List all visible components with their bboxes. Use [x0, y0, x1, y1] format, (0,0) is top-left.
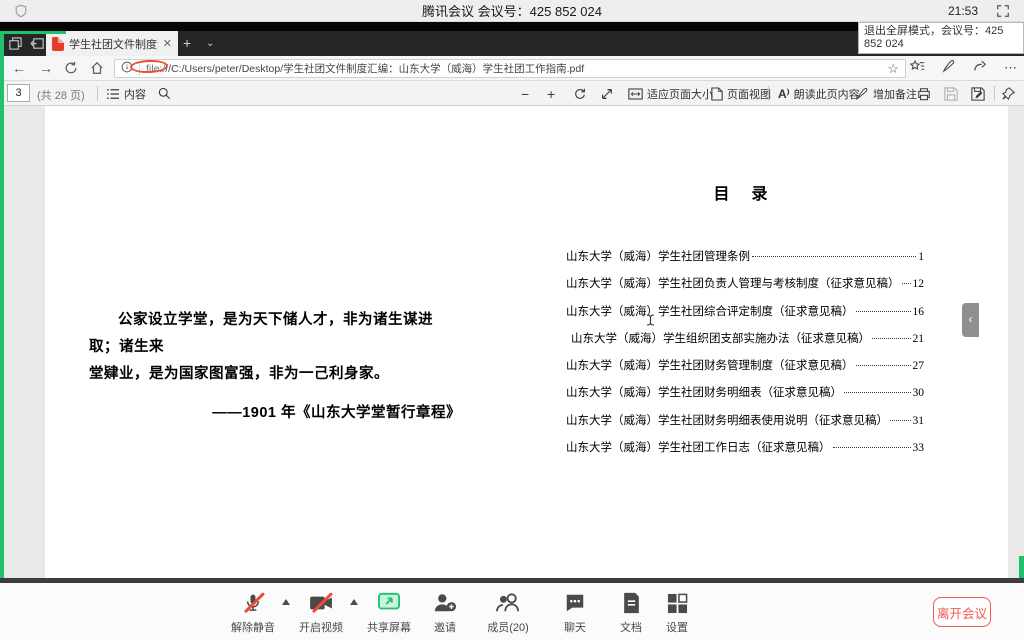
quote-line: 公家设立学堂，是为天下储人才，非为诸生谋进取；诸生来	[89, 307, 461, 361]
divider	[768, 86, 769, 101]
exit-fullscreen-tooltip: 退出全屏模式，会议号：425 852 024	[858, 22, 1024, 54]
zoom-out-button[interactable]: −	[521, 81, 529, 106]
page-view-button[interactable]: 页面视图	[711, 81, 771, 106]
fit-page-button[interactable]: 适应页面大小	[628, 81, 713, 106]
members-icon	[476, 591, 540, 615]
divider	[994, 86, 995, 101]
pdf-toolbar: 3 (共 28 页) 内容 − + 适应页面大小 页面视图 A⁾ 朗读此页内容 …	[0, 81, 1024, 106]
forward-icon[interactable]: →	[39, 60, 53, 76]
read-aloud-button[interactable]: A⁾ 朗读此页内容	[778, 81, 860, 106]
toc-entry[interactable]: 山东大学（威海）学生社团财务明细表（征求意见稿）30	[566, 384, 924, 411]
invite-button[interactable]: 邀请	[413, 591, 477, 635]
invite-icon	[413, 591, 477, 615]
zoom-in-button[interactable]: +	[547, 81, 555, 106]
contents-button[interactable]: 内容	[106, 81, 146, 106]
save-as-icon[interactable]	[971, 81, 985, 106]
rotate-icon[interactable]	[573, 81, 587, 106]
pdf-file-icon	[52, 37, 64, 51]
camera-off-icon	[289, 591, 353, 615]
page-total: (共 28 页)	[37, 87, 85, 103]
quote-line: 堂肄业，是为国家图富强，非为一己利身家。	[89, 361, 461, 388]
pdf-quote: 公家设立学堂，是为天下储人才，非为诸生谋进取；诸生来 堂肄业，是为国家图富强，非…	[89, 307, 461, 427]
url-text: file:///C:/Users/peter/Desktop/学生社团文件制度汇…	[146, 61, 881, 76]
meeting-title: 腾讯会议 会议号：425 852 024	[0, 1, 1024, 20]
share-screen-button[interactable]: 共享屏幕	[357, 591, 421, 635]
favorites-hub-icon[interactable]	[910, 59, 925, 78]
toc-entry[interactable]: 山东大学（威海）学生社团财务明细表使用说明（征求意见稿）31	[566, 412, 924, 439]
meeting-topbar: 腾讯会议 会议号：425 852 024 21:53	[0, 0, 1024, 22]
screen-share-icon	[357, 591, 421, 615]
clock: 21:53	[948, 4, 978, 18]
favorite-star-icon[interactable]: ☆	[887, 61, 899, 77]
table-of-contents: 目 录 山东大学（威海）学生社团管理条例1 山东大学（威海）学生社团负责人管理与…	[566, 180, 924, 466]
share-border-top	[0, 31, 66, 34]
tab-list-chevron-icon[interactable]: ⌄	[206, 38, 214, 49]
toc-entry[interactable]: 山东大学（威海）学生社团财务管理制度（征求意见稿）27	[566, 357, 924, 384]
toc-entry[interactable]: 山东大学（威海）学生社团管理条例1	[566, 248, 924, 275]
meeting-toolbar: 解除静音 开启视频 共享屏幕 邀请 成员(20) 聊天	[0, 583, 1024, 640]
new-tab-button[interactable]: +	[183, 35, 191, 51]
share-border-right	[1019, 556, 1024, 578]
fullscreen-toggle-icon[interactable]	[996, 4, 1010, 23]
tab-title: 学生社团文件制度汇编：	[69, 36, 158, 52]
annotate-pen-icon[interactable]	[942, 59, 956, 78]
page-number-input[interactable]: 3	[7, 84, 30, 102]
toc-title: 目 录	[566, 180, 924, 204]
search-icon[interactable]	[158, 81, 171, 106]
save-icon	[944, 81, 958, 106]
side-panel-toggle[interactable]: ‹	[962, 303, 979, 337]
toc-entry[interactable]: 山东大学（威海）学生社团负责人管理与考核制度（征求意见稿）12	[566, 275, 924, 302]
mic-muted-icon	[221, 591, 285, 615]
more-menu-icon[interactable]: ⋯	[1004, 60, 1018, 76]
settings-icon	[645, 591, 709, 615]
pdf-page: 公家设立学堂，是为天下储人才，非为诸生谋进取；诸生来 堂肄业，是为国家图富强，非…	[45, 106, 1008, 578]
set-tabs-aside-icon[interactable]	[30, 36, 45, 56]
leave-meeting-button[interactable]: 离开会议	[933, 597, 991, 627]
browser-tab-active[interactable]: 学生社团文件制度汇编： ✕	[46, 31, 178, 56]
add-note-button[interactable]: 增加备注	[856, 81, 917, 106]
expand-icon[interactable]	[600, 81, 614, 106]
pin-toolbar-icon[interactable]	[1002, 81, 1015, 106]
refresh-icon[interactable]	[64, 61, 78, 78]
toc-entry[interactable]: 山东大学（威海）学生社团综合评定制度（征求意见稿）16	[566, 303, 924, 330]
tab-close-icon[interactable]: ✕	[163, 37, 172, 50]
pdf-viewer: 公家设立学堂，是为天下储人才，非为诸生谋进取；诸生来 堂肄业，是为国家图富强，非…	[0, 106, 1024, 578]
start-video-button[interactable]: 开启视频	[289, 591, 353, 635]
divider	[97, 86, 98, 101]
unmute-button[interactable]: 解除静音	[221, 591, 285, 635]
chat-button[interactable]: 聊天	[543, 591, 607, 635]
tab-preview-icon[interactable]	[8, 36, 23, 56]
members-button[interactable]: 成员(20)	[476, 591, 540, 635]
toc-entry[interactable]: 山东大学（威海）学生社团工作日志（征求意见稿）33	[566, 439, 924, 466]
home-icon[interactable]	[90, 61, 104, 78]
toc-entry[interactable]: 山东大学（威海）学生组织团支部实施办法（征求意见稿）21	[566, 330, 924, 357]
url-field[interactable]: file:///C:/Users/peter/Desktop/学生社团文件制度汇…	[114, 59, 906, 78]
quote-attribution: ——1901 年《山东大学堂暂行章程》	[89, 400, 461, 427]
share-border-left	[0, 31, 4, 578]
chat-icon	[543, 591, 607, 615]
settings-button[interactable]: 设置	[645, 591, 709, 635]
back-icon[interactable]: ←	[12, 60, 26, 76]
print-icon[interactable]	[917, 81, 931, 106]
mouse-cursor-icon	[646, 314, 655, 332]
share-icon[interactable]	[973, 59, 987, 78]
